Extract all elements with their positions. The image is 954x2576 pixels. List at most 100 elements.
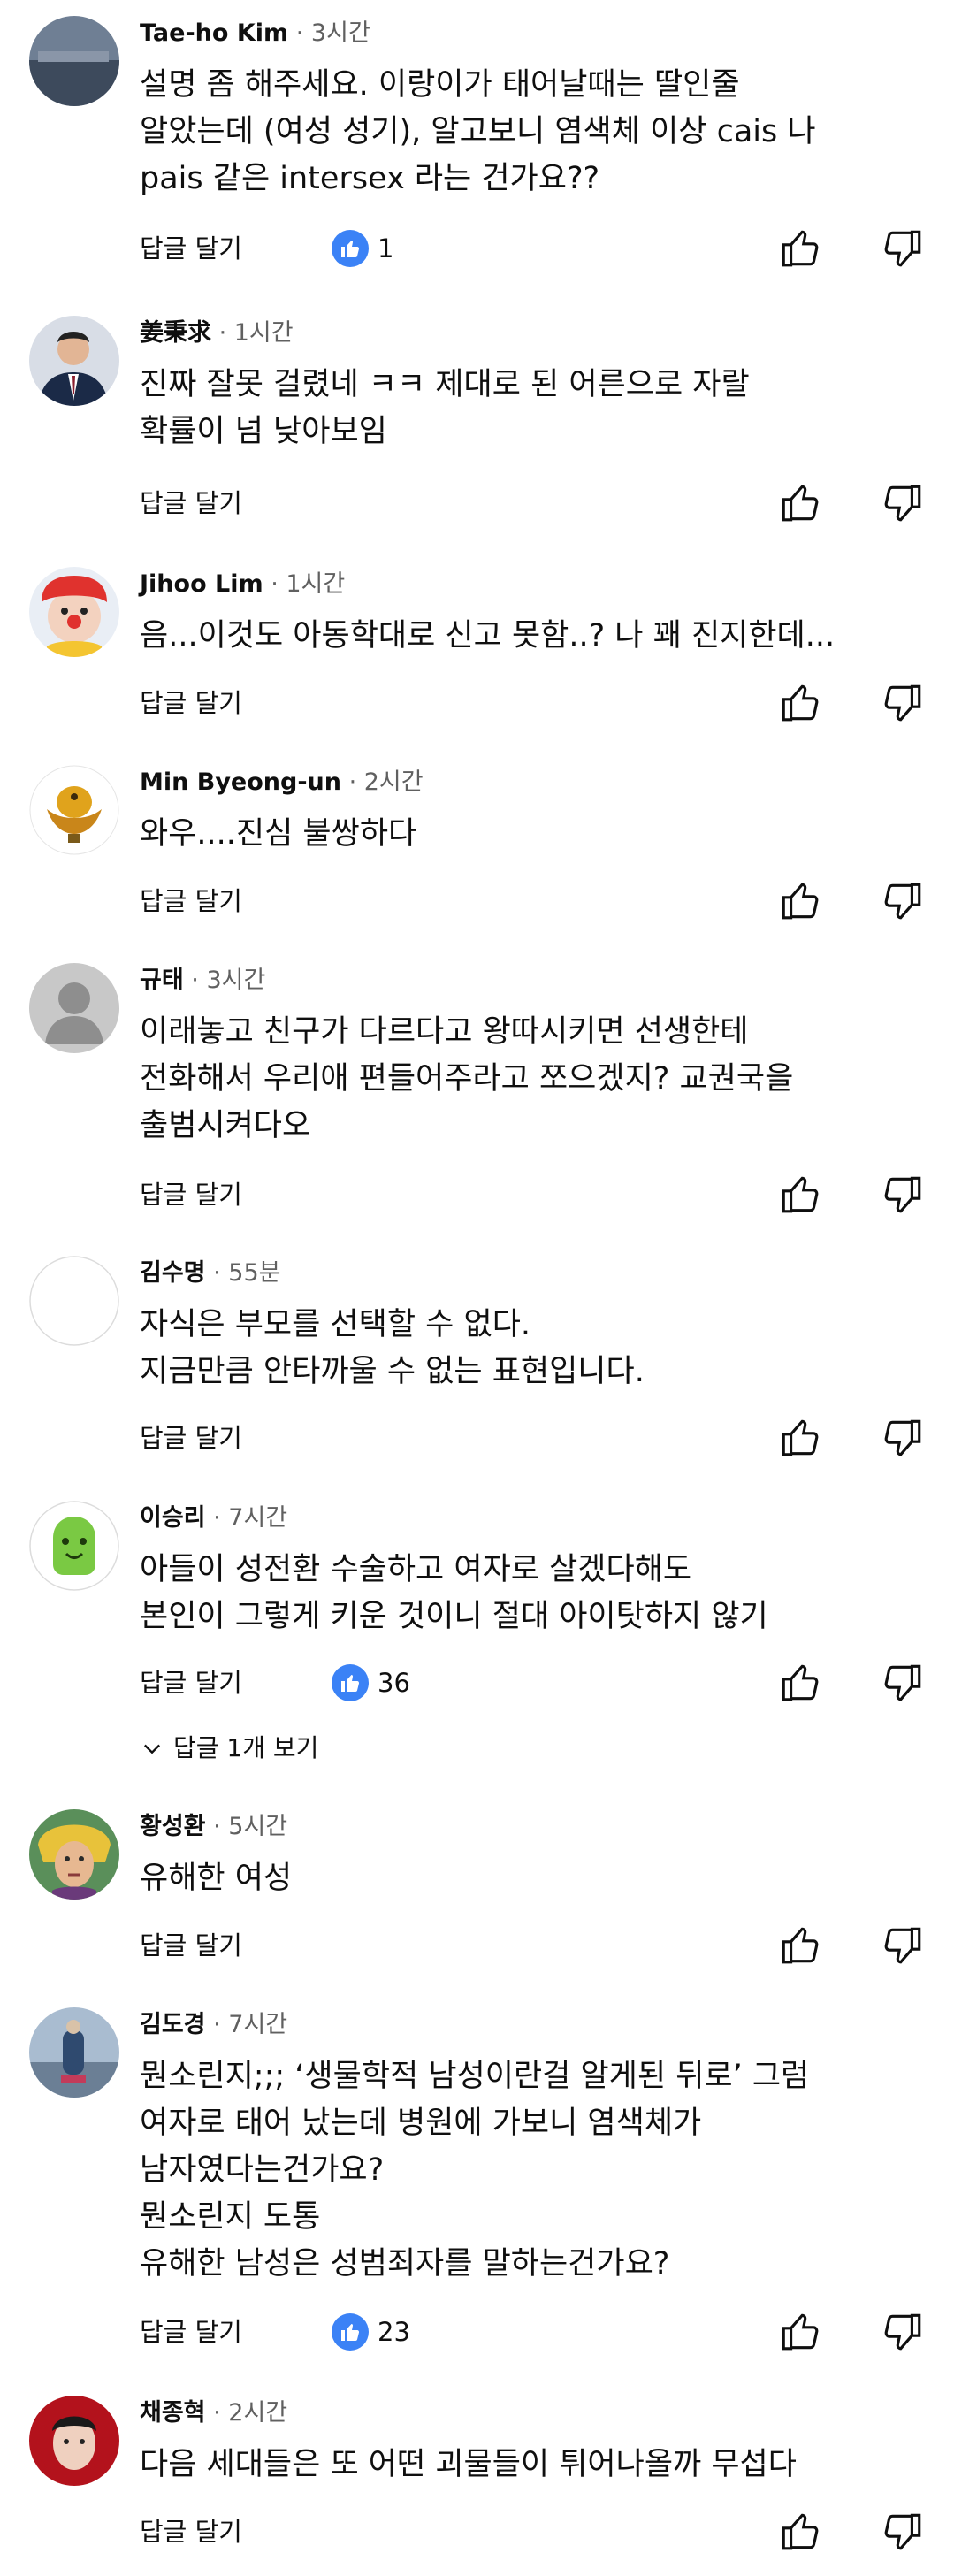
comment-author[interactable]: 姜秉求	[140, 319, 211, 347]
comment-text-line: 설명 좀 해주세요. 이랑이가 태어날때는 딸인줄	[140, 67, 740, 103]
comment-text-line: 음...이것도 아동학대로 신고 못함..? 나 꽤 진지한데...	[140, 618, 836, 654]
comment-author[interactable]: Min Byeong-un	[140, 768, 341, 796]
comment-content: 채종혁 · 2시간 다음 세대들은 또 어떤 괴물들이 튀어나올까 무섭다	[140, 2396, 936, 2488]
thumbs-down-icon[interactable]	[881, 1416, 925, 1460]
thumbs-up-icon[interactable]	[778, 681, 822, 725]
view-replies-button[interactable]: 답글 1개 보기	[140, 1729, 318, 1768]
comment-text: 유해한 여성	[140, 1855, 936, 1902]
thumbs-up-icon[interactable]	[778, 2310, 822, 2354]
thumbs-down-icon[interactable]	[881, 2310, 925, 2354]
thumbs-down-icon[interactable]	[881, 1923, 925, 1968]
comment-time[interactable]: · 1시간	[271, 570, 345, 598]
thumbs-down-icon[interactable]	[881, 1661, 925, 1705]
comment-content: 김수명 · 55분 자식은 부모를 선택할 수 없다. 지금만큼 안타까울 수 …	[140, 1256, 936, 1395]
reply-button[interactable]: 답글 달기	[140, 1661, 242, 1705]
thumbs-up-icon[interactable]	[778, 1661, 822, 1705]
avatar[interactable]	[29, 2396, 119, 2486]
thumbs-up-icon[interactable]	[778, 1416, 822, 1460]
thumbs-up-icon[interactable]	[778, 1173, 822, 1217]
comment-content: 이승리 · 7시간 아들이 성전환 수술하고 여자로 살겠다해도 본인이 그렇게…	[140, 1501, 936, 1640]
comment-text: 음...이것도 아동학대로 신고 못함..? 나 꽤 진지한데...	[140, 613, 936, 660]
comment-actions: 답글 달기 1	[140, 226, 935, 271]
comment-author[interactable]: Jihoo Lim	[140, 570, 263, 598]
comment-text-line: 유해한 여성	[140, 1861, 293, 1896]
comment-time[interactable]: · 3시간	[191, 967, 265, 994]
comment-time[interactable]: · 7시간	[213, 2011, 287, 2038]
comment-text: 이래놓고 친구가 다르다고 왕따시키면 선생한테 전화해서 우리애 편들어주라고…	[140, 1009, 936, 1150]
comment-author[interactable]: 규태	[140, 967, 184, 994]
comment-actions: 답글 달기	[140, 1923, 935, 1968]
comment-time[interactable]: · 5시간	[213, 1813, 287, 1840]
comment-text: 진짜 잘못 걸렸네 ㅋㅋ 제대로 된 어른으로 자랄 확률이 넘 낮아보임	[140, 362, 936, 455]
comment-text: 설명 좀 해주세요. 이랑이가 태어날때는 딸인줄 알았는데 (여성 성기), …	[140, 62, 936, 203]
comment-text-line: pais 같은 intersex 라는 건가요??	[140, 161, 600, 196]
avatar[interactable]	[29, 1501, 119, 1591]
reply-button[interactable]: 답글 달기	[140, 879, 242, 923]
comment-actions: 답글 달기	[140, 681, 935, 725]
thumbs-down-icon[interactable]	[881, 879, 925, 923]
comment-author[interactable]: 황성환	[140, 1813, 206, 1840]
thumbs-up-icon[interactable]	[778, 879, 822, 923]
comment-actions: 답글 달기 36	[140, 1661, 935, 1705]
reply-button[interactable]: 답글 달기	[140, 1173, 242, 1217]
thumbs-down-icon[interactable]	[881, 226, 925, 271]
thumbs-up-icon[interactable]	[778, 2510, 822, 2554]
thumbs-down-icon[interactable]	[881, 681, 925, 725]
reply-button[interactable]: 답글 달기	[140, 481, 242, 525]
comment-content: Tae-ho Kim · 3시간 설명 좀 해주세요. 이랑이가 태어날때는 딸…	[140, 16, 936, 203]
comment-text: 뭔소린지;;; ‘생물학적 남성이란걸 알게된 뒤로’ 그럼 여자로 태어 났는…	[140, 2053, 936, 2288]
comment-author[interactable]: 이승리	[140, 1504, 206, 1532]
comment-actions: 답글 달기	[140, 879, 935, 923]
comment-time[interactable]: · 2시간	[349, 768, 424, 796]
comment-text-line: 이래놓고 친구가 다르다고 왕따시키면 선생한테	[140, 1014, 749, 1050]
like-badge-icon	[332, 230, 369, 267]
comment-time[interactable]: · 55분	[213, 1259, 280, 1287]
comment-text: 자식은 부모를 선택할 수 없다. 지금만큼 안타까울 수 없는 표현입니다.	[140, 1302, 936, 1395]
view-replies-label: 답글 1개 보기	[173, 1733, 319, 1762]
thumbs-up-icon[interactable]	[778, 1923, 822, 1968]
comment-text-line: 진짜 잘못 걸렸네 ㅋㅋ 제대로 된 어른으로 자랄	[140, 367, 750, 402]
comment-actions: 답글 달기	[140, 481, 935, 525]
comment-text: 와우....진심 불쌍하다	[140, 811, 936, 858]
avatar[interactable]	[29, 316, 119, 406]
reply-button[interactable]: 답글 달기	[140, 2310, 242, 2354]
comment-author[interactable]: Tae-ho Kim	[140, 19, 288, 47]
comment-time[interactable]: · 7시간	[213, 1504, 287, 1532]
comment-text-line: 다음 세대들은 또 어떤 괴물들이 튀어나올까 무섭다	[140, 2447, 797, 2482]
reply-button[interactable]: 답글 달기	[140, 1416, 242, 1460]
comment-text-line: 남자였다는건가요?	[140, 2152, 385, 2188]
comment-text-line: 여자로 태어 났는데 병원에 가보니 염색체가	[140, 2106, 702, 2141]
reply-button[interactable]: 답글 달기	[140, 2510, 242, 2554]
comment-time[interactable]: · 1시간	[219, 319, 294, 347]
like-summary: 36	[332, 1663, 410, 1703]
like-count: 23	[378, 2317, 410, 2347]
reply-button[interactable]: 답글 달기	[140, 1923, 242, 1968]
comment-time[interactable]: · 2시간	[213, 2399, 287, 2427]
thumbs-down-icon[interactable]	[881, 2510, 925, 2554]
like-summary: 23	[332, 2312, 410, 2352]
thumbs-up-icon[interactable]	[778, 226, 822, 271]
avatar[interactable]	[29, 1809, 119, 1900]
comment-author[interactable]: 채종혁	[140, 2399, 206, 2427]
comment-text: 다음 세대들은 또 어떤 괴물들이 튀어나올까 무섭다	[140, 2442, 936, 2488]
comment-author[interactable]: 김도경	[140, 2011, 206, 2038]
avatar[interactable]	[29, 2007, 119, 2098]
comment-text-line: 뭔소린지 도통	[140, 2199, 321, 2235]
reply-button[interactable]: 답글 달기	[140, 226, 242, 271]
comment-content: 姜秉求 · 1시간 진짜 잘못 걸렸네 ㅋㅋ 제대로 된 어른으로 자랄 확률이…	[140, 316, 936, 455]
avatar[interactable]	[29, 1256, 119, 1346]
avatar[interactable]	[29, 16, 119, 106]
comment-text-line: 확률이 넘 낮아보임	[140, 414, 387, 449]
comment-text: 아들이 성전환 수술하고 여자로 살겠다해도 본인이 그렇게 키운 것이니 절대…	[140, 1547, 936, 1640]
thumbs-up-icon[interactable]	[778, 481, 822, 525]
comment-content: 김도경 · 7시간 뭔소린지;;; ‘생물학적 남성이란걸 알게된 뒤로’ 그럼…	[140, 2007, 936, 2288]
thumbs-down-icon[interactable]	[881, 1173, 925, 1217]
avatar[interactable]	[29, 963, 119, 1053]
avatar[interactable]	[29, 567, 119, 657]
reply-button[interactable]: 답글 달기	[140, 681, 242, 725]
comment-time[interactable]: · 3시간	[296, 19, 370, 47]
thumbs-down-icon[interactable]	[881, 481, 925, 525]
avatar[interactable]	[29, 765, 119, 855]
comment-text-line: 뭔소린지;;; ‘생물학적 남성이란걸 알게된 뒤로’ 그럼	[140, 2059, 810, 2094]
comment-author[interactable]: 김수명	[140, 1259, 206, 1287]
